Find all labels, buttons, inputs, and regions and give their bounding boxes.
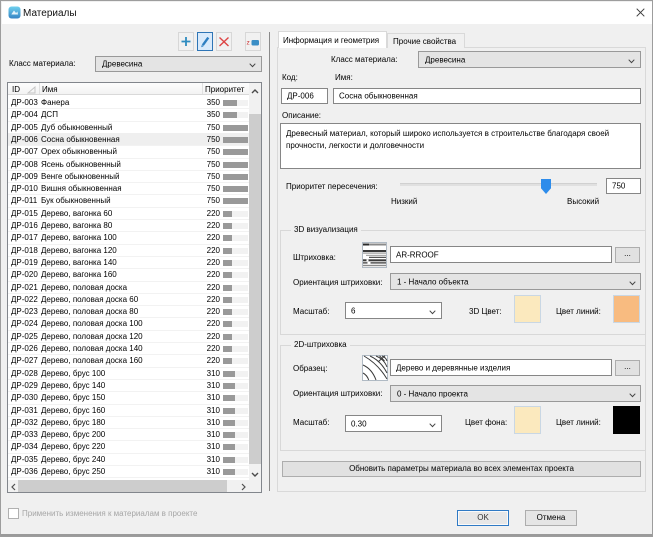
svg-text:z: z — [247, 40, 250, 47]
